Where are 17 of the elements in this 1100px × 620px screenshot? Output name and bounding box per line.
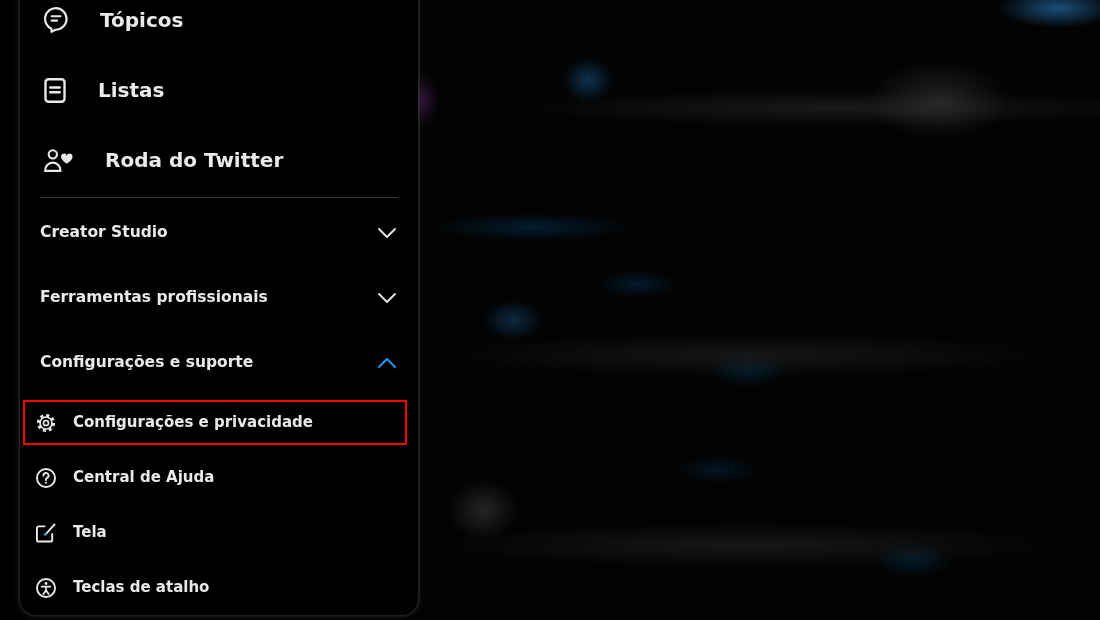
question-circle-icon xyxy=(36,467,56,488)
list-icon xyxy=(44,77,66,103)
section-toggle[interactable]: Creator Studio xyxy=(20,200,418,265)
speech-bubble-icon xyxy=(44,7,68,33)
nav-item[interactable]: Roda do Twitter xyxy=(20,125,418,195)
submenu-item[interactable]: Teclas de atalho xyxy=(23,565,407,610)
section-toggle[interactable]: Ferramentas profissionais xyxy=(20,265,418,330)
submenu-item[interactable]: Central de Ajuda xyxy=(23,455,407,500)
nav-item[interactable]: Tópicos xyxy=(20,0,418,55)
edit-square-icon xyxy=(36,522,56,543)
nav-item[interactable]: Listas xyxy=(20,55,418,125)
submenu-item[interactable]: Tela xyxy=(23,510,407,555)
person-heart-icon xyxy=(44,148,73,172)
section-toggle[interactable]: Configurações e suporte xyxy=(20,330,418,395)
submenu-item[interactable]: Configurações e privacidade xyxy=(23,400,407,445)
accessibility-icon xyxy=(36,577,56,598)
gear-icon xyxy=(36,412,56,433)
